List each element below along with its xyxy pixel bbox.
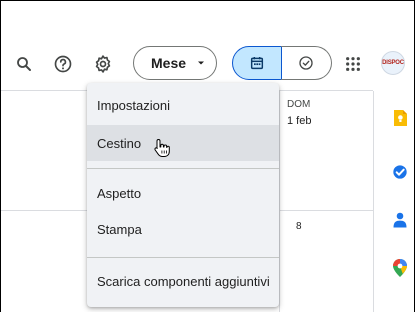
help-icon [54, 55, 72, 73]
menu-item-cestino[interactable]: Cestino [87, 125, 279, 161]
settings-menu: Impostazioni Cestino Aspetto Stampa Scar… [87, 83, 279, 307]
brand-logo-text: DISPOC [382, 60, 404, 66]
tasks-check-icon [299, 56, 313, 70]
contacts-icon [393, 212, 407, 228]
brand-logo[interactable]: DISPOC [381, 51, 405, 75]
top-toolbar: Mese DISPOC [1, 39, 414, 89]
menu-item-aspetto[interactable]: Aspetto [87, 175, 279, 211]
maps-icon [393, 259, 407, 277]
maps-app-button[interactable] [391, 259, 409, 277]
calendar-view-toggle[interactable] [232, 46, 282, 80]
view-selector[interactable]: Mese [133, 46, 217, 80]
menu-item-stampa[interactable]: Stampa [87, 211, 279, 247]
help-button[interactable] [50, 51, 76, 77]
settings-icon [95, 55, 111, 73]
chevron-down-icon [198, 61, 205, 65]
view-selector-label: Mese [151, 55, 187, 71]
apps-button[interactable] [340, 51, 366, 77]
search-icon [17, 57, 31, 71]
weekday-label: DOM [287, 99, 311, 110]
tasks-view-toggle[interactable] [281, 46, 332, 80]
keep-icon [394, 110, 407, 126]
date-cell-label[interactable]: 8 [296, 221, 302, 232]
apps-grid-icon [346, 57, 360, 71]
hand-pointer-icon [154, 139, 170, 157]
search-button[interactable] [11, 51, 37, 77]
day-column-divider [279, 91, 280, 312]
keep-app-button[interactable] [391, 109, 409, 127]
menu-item-impostazioni[interactable]: Impostazioni [87, 87, 279, 123]
date-label[interactable]: 1 feb [287, 115, 311, 127]
calendar-icon [250, 57, 264, 70]
contacts-app-button[interactable] [391, 211, 409, 229]
settings-button[interactable] [90, 51, 116, 77]
tasks-app-button[interactable] [391, 163, 409, 181]
tasks-icon [393, 165, 407, 179]
app-window: Mese DISPOC DOM 1 feb 8 Impostazioni Ces… [0, 0, 415, 312]
side-panel [383, 101, 414, 312]
menu-divider [87, 168, 279, 169]
menu-item-scarica-componenti-aggiuntivi[interactable]: Scarica componenti aggiuntivi [87, 263, 279, 299]
side-panel-divider [373, 91, 374, 312]
menu-divider [87, 257, 279, 258]
